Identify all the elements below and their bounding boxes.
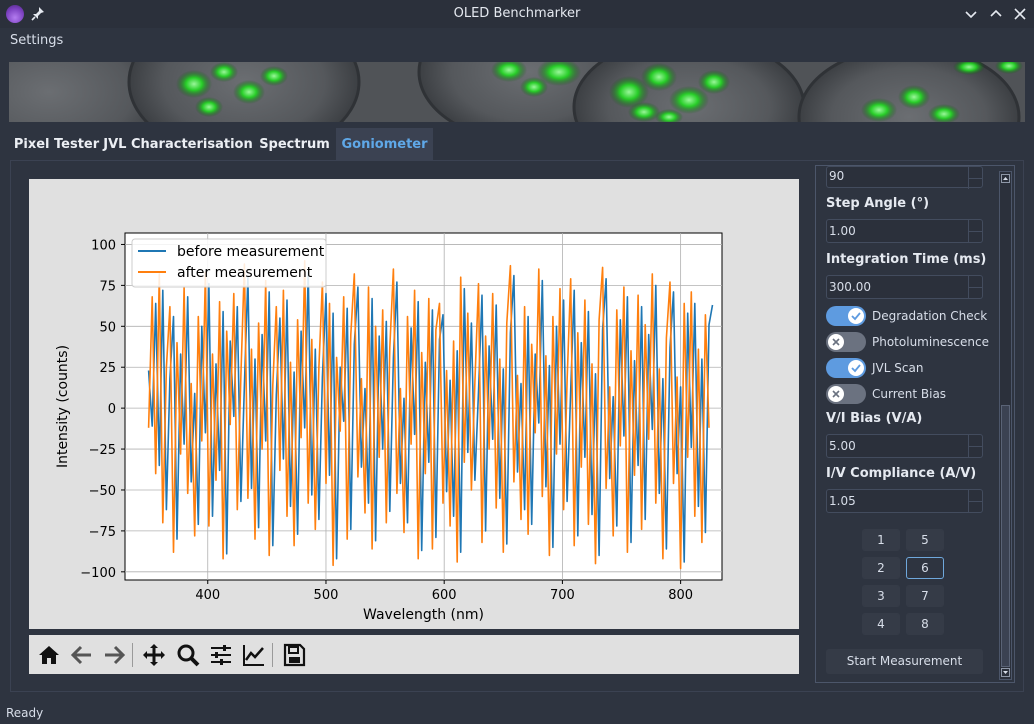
checkmark-icon — [848, 308, 864, 324]
edit-axes-icon[interactable] — [241, 642, 267, 668]
tab-jvl-characterisation[interactable]: JVL Characterisation — [103, 128, 253, 160]
compliance-spinbox[interactable]: 1.05 — [826, 489, 983, 513]
bias-spinbox[interactable]: 5.00 — [826, 434, 983, 458]
scroll-down-icon[interactable] — [1001, 668, 1010, 677]
jvl-scan-toggle[interactable] — [826, 358, 866, 378]
x-tick-label: 800 — [668, 588, 693, 603]
pixel-button-8[interactable]: 8 — [906, 613, 944, 635]
window-title: OLED Benchmarker — [453, 6, 581, 21]
y-tick-label: −25 — [89, 443, 116, 458]
pixel-button-5[interactable]: 5 — [906, 529, 944, 551]
x-tick-label: 400 — [195, 588, 220, 603]
compliance-label: I/V Compliance (A/V) — [826, 466, 977, 481]
tab-spectrum[interactable]: Spectrum — [253, 128, 336, 160]
x-axis-label: Wavelength (nm) — [363, 607, 484, 623]
tab-goniometer[interactable]: Goniometer — [336, 128, 433, 160]
y-tick-label: 100 — [91, 238, 116, 253]
legend-label-after: after measurement — [177, 265, 313, 281]
y-tick-label: 75 — [99, 279, 116, 294]
spectrum-chart[interactable]: 400 500 600 700 800 −100 −75 −50 −25 0 25 50 75 100 W… — [29, 179, 799, 629]
jvl-scan-label: JVL Scan — [872, 361, 924, 375]
start-measurement-button[interactable]: Start Measurement — [826, 649, 983, 674]
checkmark-icon — [848, 360, 864, 376]
minimize-chevron-icon[interactable] — [962, 5, 980, 23]
integration-time-value: 300.00 — [829, 280, 871, 294]
menu-bar: Settings — [0, 28, 1034, 54]
spin-arrows-icon[interactable] — [968, 435, 983, 457]
angle-range-spinbox[interactable]: 90 — [826, 166, 983, 189]
pixel-button-4[interactable]: 4 — [862, 613, 900, 635]
toolbar-separator — [272, 643, 273, 667]
y-tick-label: −75 — [89, 525, 116, 540]
save-icon[interactable] — [281, 642, 307, 668]
y-tick-label: 50 — [99, 320, 116, 335]
banner-image — [9, 62, 1025, 122]
back-arrow-icon[interactable] — [69, 642, 95, 668]
y-tick-label: 25 — [99, 361, 116, 376]
title-bar: OLED Benchmarker — [0, 0, 1034, 28]
y-tick-label: 0 — [108, 402, 116, 417]
bias-value: 5.00 — [829, 439, 856, 453]
spin-arrows-icon[interactable] — [968, 490, 983, 512]
x-tick-label: 500 — [314, 588, 339, 603]
spin-arrows-icon[interactable] — [968, 220, 983, 242]
settings-scrollbar[interactable] — [999, 171, 1012, 680]
pixel-button-1[interactable]: 1 — [862, 529, 900, 551]
x-tick-label: 600 — [432, 588, 457, 603]
pixel-button-3[interactable]: 3 — [862, 585, 900, 607]
degradation-check-label: Degradation Check — [872, 309, 988, 323]
pixel-button-2[interactable]: 2 — [862, 557, 900, 579]
y-tick-label: −100 — [80, 566, 116, 581]
maximize-chevron-icon[interactable] — [987, 5, 1005, 23]
home-icon[interactable] — [36, 642, 62, 668]
status-text: Ready — [6, 706, 44, 720]
legend: before measurement after measurement — [131, 238, 327, 288]
y-axis-label: Intensity (counts) — [55, 345, 71, 468]
tab-pixel-tester[interactable]: Pixel Tester — [10, 128, 103, 160]
cross-icon — [828, 386, 844, 402]
degradation-check-toggle[interactable] — [826, 306, 866, 326]
pan-icon[interactable] — [141, 642, 167, 668]
compliance-value: 1.05 — [829, 494, 856, 508]
integration-time-spinbox[interactable]: 300.00 — [826, 275, 983, 299]
menu-settings[interactable]: Settings — [10, 33, 63, 48]
plot-toolbar — [29, 635, 799, 674]
y-tick-label: −50 — [89, 484, 116, 499]
spin-arrows-icon[interactable] — [968, 167, 983, 189]
zoom-icon[interactable] — [175, 642, 201, 668]
close-icon[interactable] — [1011, 5, 1029, 23]
integration-time-label: Integration Time (ms) — [826, 252, 987, 267]
configure-subplots-icon[interactable] — [208, 642, 234, 668]
bias-label: V/I Bias (V/A) — [826, 411, 923, 426]
forward-arrow-icon[interactable] — [101, 642, 127, 668]
legend-label-before: before measurement — [177, 244, 325, 260]
photoluminescence-label: Photoluminescence — [872, 335, 989, 349]
plot-canvas[interactable]: 400 500 600 700 800 −100 −75 −50 −25 0 25 50 75 100 W… — [29, 179, 799, 629]
status-bar: Ready — [0, 703, 1034, 724]
scroll-thumb[interactable] — [1001, 405, 1010, 667]
step-angle-label: Step Angle (°) — [826, 196, 930, 211]
cross-icon — [828, 334, 844, 350]
spin-arrows-icon[interactable] — [968, 276, 983, 298]
current-bias-toggle[interactable] — [826, 384, 866, 404]
step-angle-value: 1.00 — [829, 224, 856, 238]
angle-range-value: 90 — [829, 169, 845, 183]
photoluminescence-toggle[interactable] — [826, 332, 866, 352]
x-tick-label: 700 — [550, 588, 575, 603]
pixel-button-6[interactable]: 6 — [906, 557, 944, 579]
step-angle-spinbox[interactable]: 1.00 — [826, 219, 983, 243]
toolbar-separator — [132, 643, 133, 667]
pixel-button-7[interactable]: 7 — [906, 585, 944, 607]
scroll-up-icon[interactable] — [1001, 174, 1010, 183]
current-bias-label: Current Bias — [872, 387, 947, 401]
goniometer-settings-panel: 90 Step Angle (°) 1.00 Integration Time … — [815, 165, 1015, 683]
